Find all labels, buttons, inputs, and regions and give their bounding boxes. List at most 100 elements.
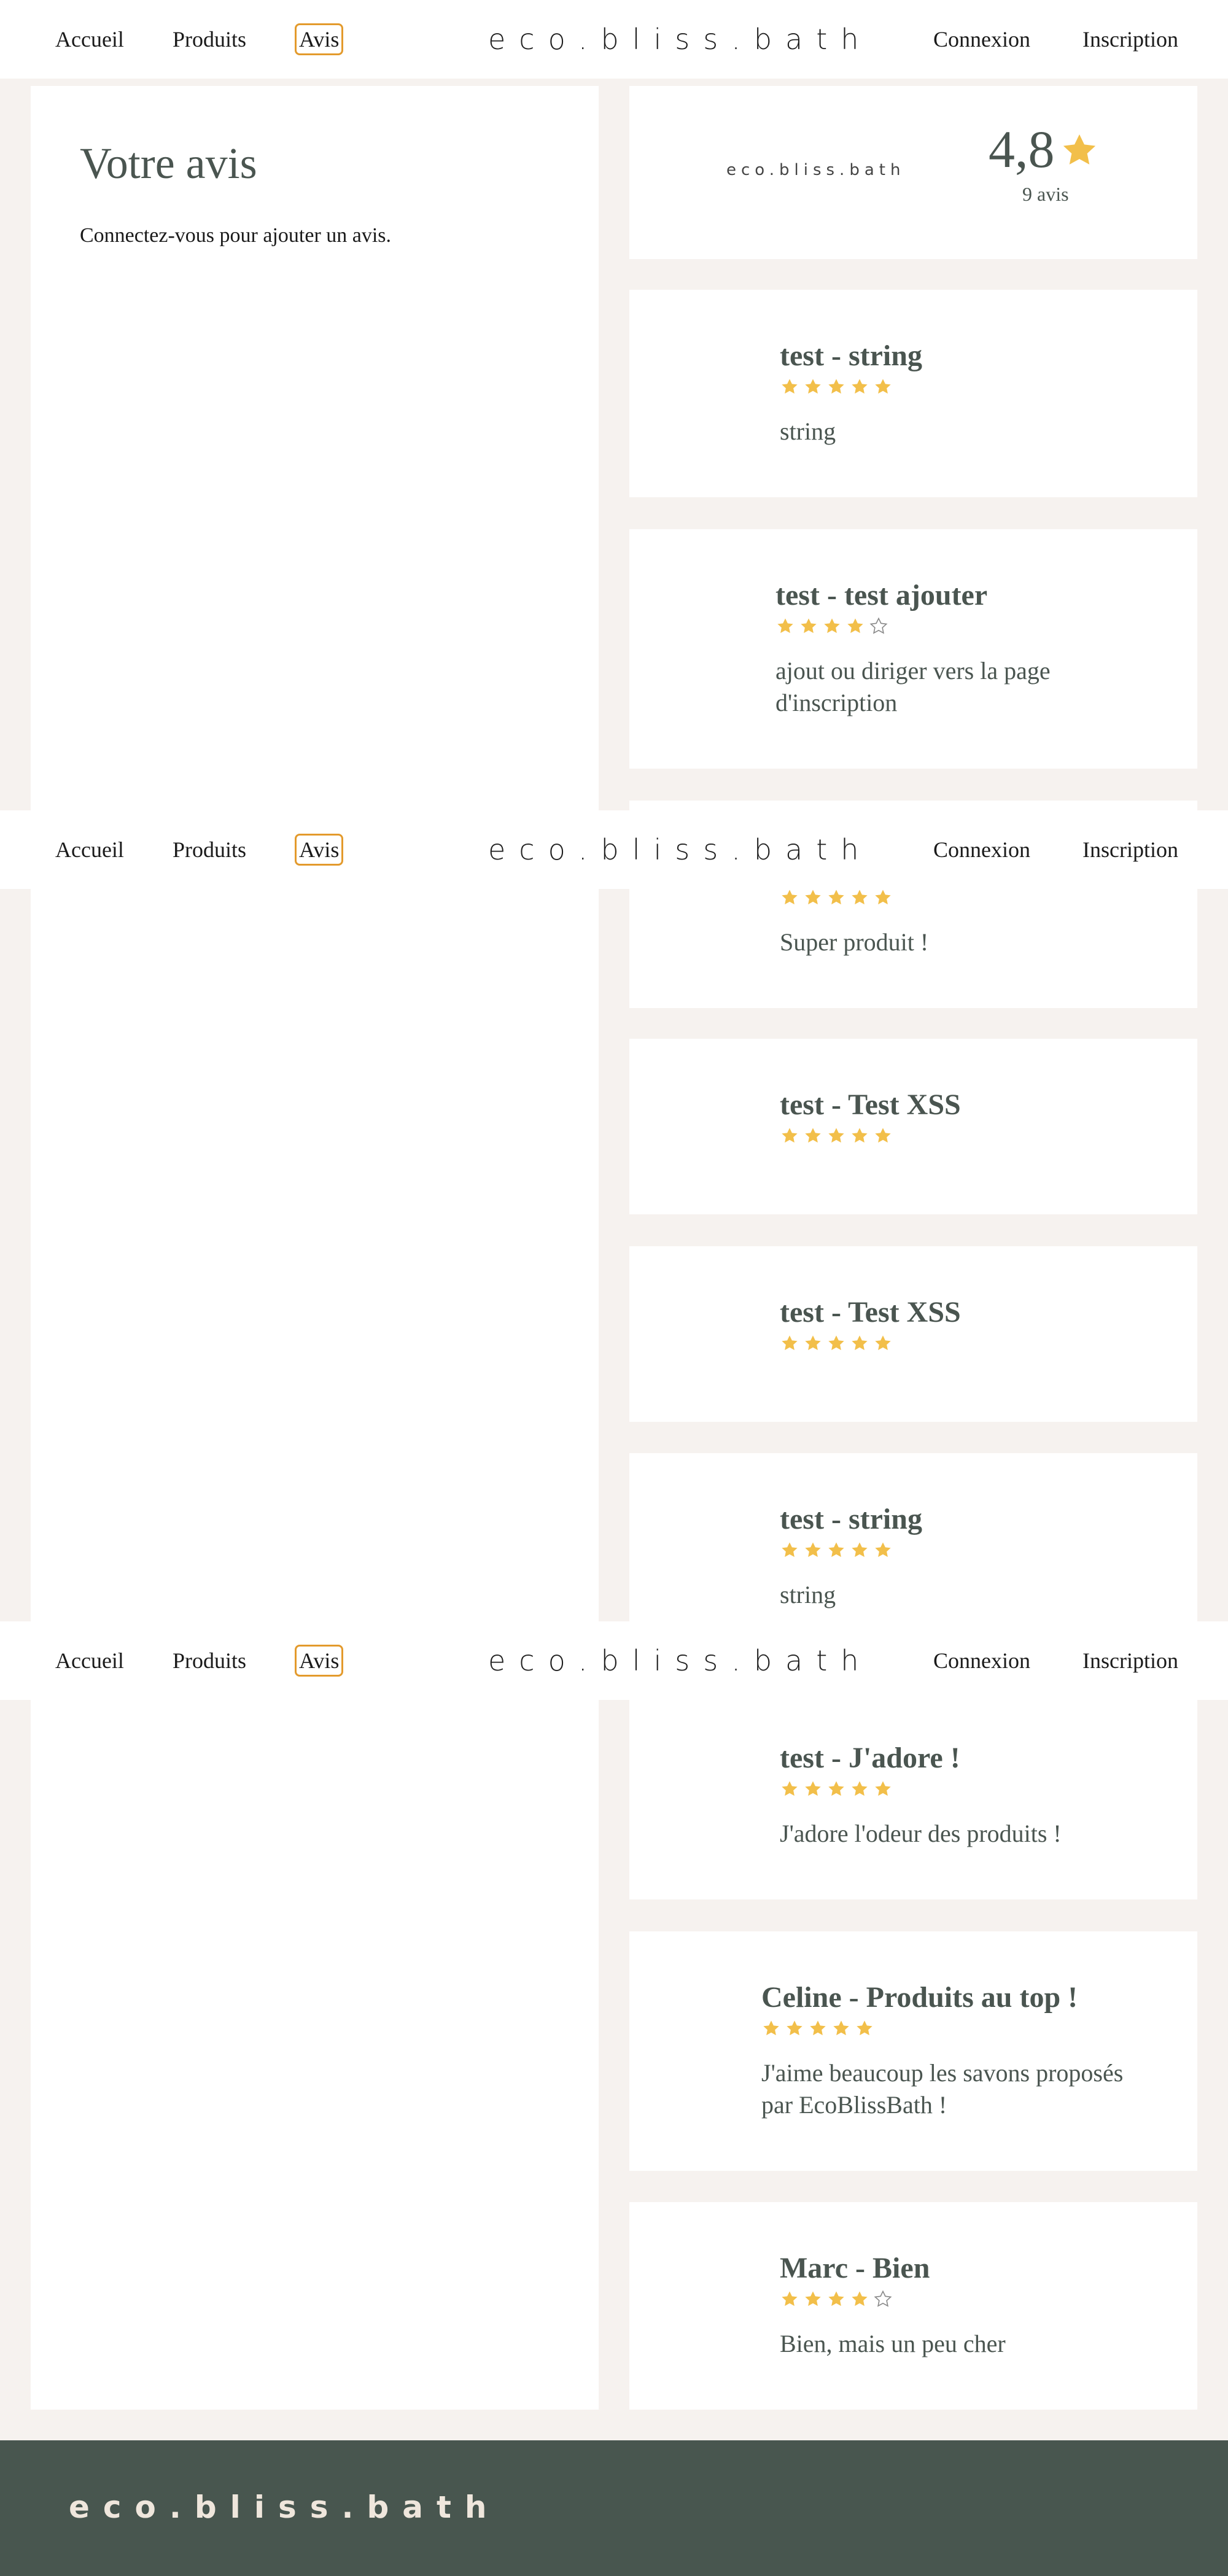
star-rating <box>761 2019 874 2038</box>
star-filled-icon <box>801 618 817 634</box>
star-icon <box>1063 134 1096 165</box>
top-navbar: Accueil Produits Avis eco.bliss.bath Con… <box>0 1621 1228 1700</box>
review-count: 9 avis <box>1022 183 1069 205</box>
star-filled-icon <box>782 1335 798 1351</box>
star-filled-icon <box>777 618 793 634</box>
nav-link-avis[interactable]: Avis <box>295 23 344 55</box>
star-filled-icon <box>857 2020 872 2036</box>
star-filled-icon <box>875 1542 891 1558</box>
top-navbar: Accueil Produits Avis eco.bliss.bath Con… <box>0 810 1228 889</box>
average-score: 4,8 <box>989 120 1055 179</box>
star-filled-icon <box>805 1128 821 1143</box>
star-filled-icon <box>852 1128 868 1143</box>
nav-brand-logo[interactable]: eco.bliss.bath <box>488 833 872 866</box>
review-card: test - test ajouter ajout ou diriger ver… <box>629 529 1197 769</box>
star-filled-icon <box>805 379 821 394</box>
review-comment: ajout ou diriger vers la page d'inscript… <box>775 657 1051 716</box>
star-rating <box>780 888 893 907</box>
review-title: test - Test XSS <box>780 1296 961 1329</box>
star-rating <box>780 1126 893 1146</box>
star-filled-icon <box>763 2020 779 2036</box>
star-filled-icon <box>828 2291 844 2306</box>
star-filled-icon <box>805 1335 821 1351</box>
star-rating <box>780 377 893 397</box>
review-card: test - Test XSS <box>629 1039 1197 1214</box>
nav-link-produits[interactable]: Produits <box>173 26 246 52</box>
star-filled-icon <box>852 1781 868 1796</box>
star-filled-icon <box>828 379 844 394</box>
star-filled-icon <box>805 2291 821 2306</box>
review-card: Marc - Bien Bien, mais un peu cher <box>629 2202 1197 2410</box>
nav-link-accueil[interactable]: Accueil <box>55 1648 124 1674</box>
review-comment: Super produit ! <box>780 928 929 956</box>
login-link[interactable]: Connexion <box>933 837 1030 863</box>
star-filled-icon <box>805 890 821 905</box>
nav-link-avis[interactable]: Avis <box>295 834 344 866</box>
review-card: test - string string <box>629 290 1197 497</box>
star-filled-icon <box>782 1128 798 1143</box>
page-title: Votre avis <box>80 139 257 188</box>
star-filled-icon <box>833 2020 849 2036</box>
nav-link-produits[interactable]: Produits <box>173 1648 246 1674</box>
star-empty-icon <box>874 2290 892 2307</box>
star-filled-icon <box>782 2291 798 2306</box>
review-card: test - J'adore ! J'adore l'odeur des pro… <box>629 1692 1197 1899</box>
star-filled-icon <box>810 2020 826 2036</box>
star-filled-icon <box>828 1128 844 1143</box>
summary-brand: eco.bliss.bath <box>726 161 906 179</box>
review-form-panel: Votre avis Connectez-vous pour ajouter u… <box>31 86 599 2410</box>
star-filled-icon <box>852 1335 868 1351</box>
nav-link-accueil[interactable]: Accueil <box>55 26 124 52</box>
review-comment: Bien, mais un peu cher <box>780 2330 1006 2357</box>
star-filled-icon <box>875 379 891 394</box>
review-title: test - J'adore ! <box>780 1742 960 1774</box>
star-filled-icon <box>787 2020 802 2036</box>
rating-summary-card: eco.bliss.bath 4,8 9 avis <box>629 86 1197 259</box>
star-filled-icon <box>852 890 868 905</box>
review-title: test - Test XSS <box>780 1088 961 1121</box>
star-filled-icon <box>875 1781 891 1796</box>
star-filled-icon <box>852 2291 868 2306</box>
top-navbar: Accueil Produits Avis eco.bliss.bath Con… <box>0 0 1228 79</box>
review-title: test - test ajouter <box>775 579 988 611</box>
star-filled-icon <box>782 379 798 394</box>
star-filled-icon <box>805 1781 821 1796</box>
star-filled-icon <box>782 890 798 905</box>
star-filled-icon <box>824 618 840 634</box>
star-filled-icon <box>875 890 891 905</box>
review-comment: string <box>780 1581 836 1608</box>
footer: eco.bliss.bath <box>0 2440 1228 2576</box>
nav-brand-logo[interactable]: eco.bliss.bath <box>488 1644 872 1677</box>
review-title: Celine - Produits au top ! <box>761 1981 1078 2014</box>
review-card: Celine - Produits au top ! J'aime beauco… <box>629 1931 1197 2171</box>
star-filled-icon <box>782 1542 798 1558</box>
footer-brand-logo: eco.bliss.bath <box>69 2489 500 2525</box>
login-link[interactable]: Connexion <box>933 26 1030 52</box>
star-filled-icon <box>852 1542 868 1558</box>
star-empty-icon <box>869 617 888 634</box>
review-comment: J'aime beaucoup les savons proposés par … <box>761 2059 1124 2119</box>
star-filled-icon <box>782 1781 798 1796</box>
star-filled-icon <box>828 1335 844 1351</box>
login-prompt: Connectez-vous pour ajouter un avis. <box>80 224 392 247</box>
review-comment: J'adore l'odeur des produits ! <box>780 1820 1062 1847</box>
nav-brand-logo[interactable]: eco.bliss.bath <box>488 23 872 56</box>
star-rating <box>780 2289 893 2309</box>
signup-link[interactable]: Inscription <box>1082 26 1178 52</box>
star-rating <box>780 1333 893 1353</box>
nav-link-avis[interactable]: Avis <box>295 1645 344 1677</box>
login-link[interactable]: Connexion <box>933 1648 1030 1674</box>
star-filled-icon <box>852 379 868 394</box>
signup-link[interactable]: Inscription <box>1082 1648 1178 1674</box>
star-filled-icon <box>875 1128 891 1143</box>
star-filled-icon <box>828 1542 844 1558</box>
star-filled-icon <box>875 1335 891 1351</box>
review-title: test - string <box>780 339 922 372</box>
nav-link-accueil[interactable]: Accueil <box>55 837 124 863</box>
star-rating <box>780 1540 893 1560</box>
star-rating <box>775 616 888 636</box>
nav-link-produits[interactable]: Produits <box>173 837 246 863</box>
review-title: Marc - Bien <box>780 2252 930 2284</box>
signup-link[interactable]: Inscription <box>1082 837 1178 863</box>
review-comment: string <box>780 417 836 445</box>
